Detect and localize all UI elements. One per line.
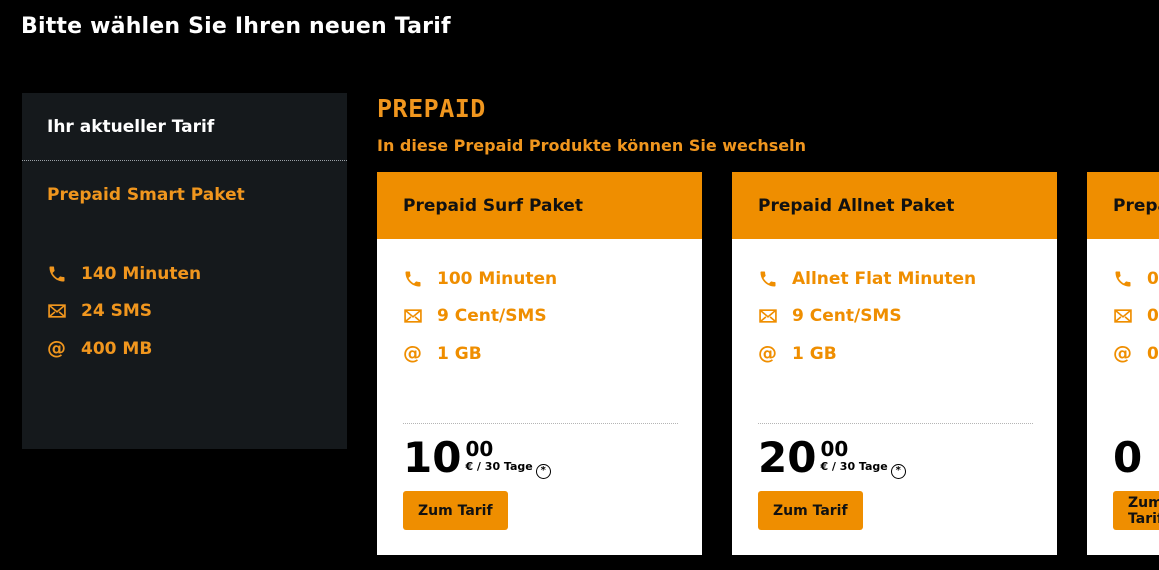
feature-text: 1 GB: [792, 343, 837, 364]
tariff-card: Prepaid 0 0 @ 0 0 Zum Tarif: [1087, 172, 1159, 555]
feature-data: @ 0: [1113, 335, 1159, 373]
feature-data: @ 1 GB: [758, 335, 1057, 373]
price-integer: 10: [403, 433, 462, 482]
tariff-feature-list: 0 0 @ 0: [1113, 260, 1159, 373]
phone-icon: [758, 269, 792, 289]
feature-text: 400 MB: [81, 338, 153, 359]
page-title: Bitte wählen Sie Ihren neuen Tarif: [21, 14, 451, 39]
at-icon: @: [758, 342, 777, 365]
current-tariff-heading: Ihr aktueller Tarif: [22, 93, 347, 161]
feature-sms: 24 SMS: [47, 293, 347, 331]
feature-data: @ 400 MB: [47, 330, 347, 368]
phone-icon: [1113, 269, 1147, 289]
section-title: PREPAID: [377, 94, 486, 123]
current-feature-list: 140 Minuten 24 SMS @ 400 MB: [47, 255, 347, 368]
footnote-star-icon[interactable]: *: [535, 463, 551, 479]
feature-text: 9 Cent/SMS: [437, 306, 547, 327]
phone-icon: [403, 269, 437, 289]
price: 10 00 € / 30 Tage *: [403, 434, 551, 482]
feature-minutes: 140 Minuten: [47, 255, 347, 293]
at-icon: @: [403, 342, 422, 365]
price: 20 00 € / 30 Tage *: [758, 434, 906, 482]
tariff-card-title: Prepaid Surf Paket: [377, 172, 702, 239]
divider: [758, 423, 1033, 424]
feature-text: 9 Cent/SMS: [792, 306, 902, 327]
feature-text: 0: [1147, 343, 1159, 364]
envelope-icon: [758, 306, 792, 326]
feature-text: 0: [1147, 268, 1159, 289]
envelope-icon: [403, 306, 437, 326]
price-unit: € / 30 Tage *: [820, 460, 906, 479]
select-tariff-button[interactable]: Zum Tarif: [403, 491, 508, 530]
phone-icon: [47, 264, 81, 284]
price-integer: 0: [1113, 433, 1143, 482]
footnote-star-icon[interactable]: *: [890, 463, 906, 479]
divider: [403, 423, 678, 424]
price-decimal: 00: [820, 437, 849, 461]
price-integer: 20: [758, 433, 817, 482]
tariff-card: Prepaid Allnet Paket Allnet Flat Minuten…: [732, 172, 1057, 555]
feature-sms: 9 Cent/SMS: [758, 298, 1057, 336]
price-decimal: 00: [465, 437, 494, 461]
feature-text: 0: [1147, 306, 1159, 327]
section-subtitle: In diese Prepaid Produkte können Sie wec…: [377, 136, 807, 155]
feature-minutes: 100 Minuten: [403, 260, 702, 298]
feature-sms: 9 Cent/SMS: [403, 298, 702, 336]
tariff-feature-list: 100 Minuten 9 Cent/SMS @ 1 GB: [403, 260, 702, 373]
feature-text: Allnet Flat Minuten: [792, 268, 977, 289]
feature-minutes: 0: [1113, 260, 1159, 298]
tariff-feature-list: Allnet Flat Minuten 9 Cent/SMS @ 1 GB: [758, 260, 1057, 373]
tariff-card: Prepaid Surf Paket 100 Minuten 9 Cent/SM…: [377, 172, 702, 555]
select-tariff-button[interactable]: Zum Tarif: [758, 491, 863, 530]
tariff-card-title: Prepaid Allnet Paket: [732, 172, 1057, 239]
feature-text: 140 Minuten: [81, 263, 202, 284]
price: 0: [1113, 434, 1142, 482]
envelope-icon: [1113, 306, 1147, 326]
select-tariff-button[interactable]: Zum Tarif: [1113, 491, 1159, 530]
at-icon: @: [47, 337, 66, 360]
feature-text: 24 SMS: [81, 301, 152, 322]
feature-data: @ 1 GB: [403, 335, 702, 373]
current-tariff-panel: Ihr aktueller Tarif Prepaid Smart Paket …: [22, 93, 347, 449]
feature-text: 1 GB: [437, 343, 482, 364]
price-unit: € / 30 Tage *: [465, 460, 551, 479]
envelope-icon: [47, 301, 81, 321]
feature-text: 100 Minuten: [437, 268, 558, 289]
tariff-card-title: Prepaid: [1087, 172, 1159, 239]
at-icon: @: [1113, 342, 1132, 365]
feature-minutes: Allnet Flat Minuten: [758, 260, 1057, 298]
feature-sms: 0: [1113, 298, 1159, 336]
current-tariff-name: Prepaid Smart Paket: [47, 185, 245, 205]
